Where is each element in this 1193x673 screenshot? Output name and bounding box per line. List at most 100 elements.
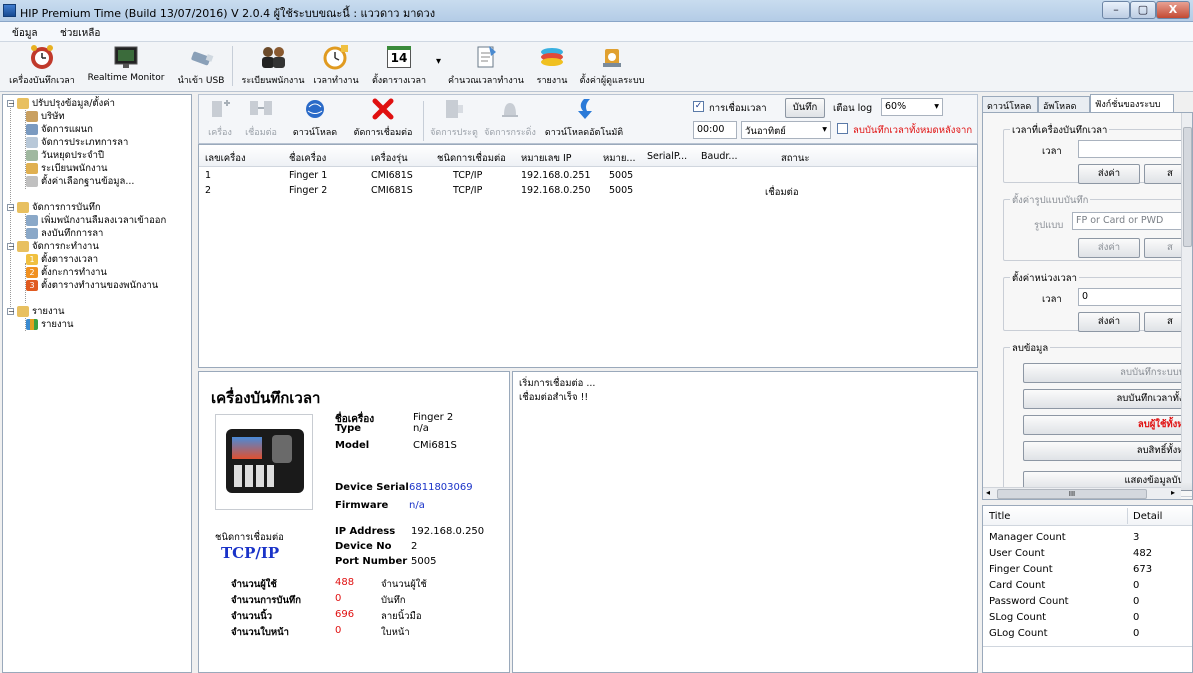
toolbar-work-time-button[interactable]: เวลาทำงาน — [312, 44, 360, 90]
connect-button[interactable]: เชื่อมต่อ — [239, 97, 283, 139]
scroll-right-icon[interactable]: ▸ — [1171, 488, 1175, 497]
tree-node-shifts[interactable]: − จัดการกะทำงาน — [5, 240, 99, 253]
column-header[interactable]: หมายเลข IP — [521, 151, 572, 166]
maximize-button[interactable]: ▢ — [1130, 1, 1156, 19]
tree-node-departments[interactable]: จัดการแผนก — [25, 123, 93, 136]
log-percent-select[interactable]: 60% ▾ — [881, 98, 943, 116]
disconnect-button[interactable]: ตัดการเชื่อมต่อ — [347, 97, 419, 139]
column-header[interactable]: SerialP... — [647, 151, 687, 162]
number-badge-icon: 1 — [26, 254, 38, 265]
tree-node-leave-record[interactable]: ลงบันทึกการลา — [25, 227, 103, 240]
auto-download-button[interactable]: ดาวน์โหลดอัตโนมัติ — [539, 97, 629, 139]
toolbar-admin-settings-button[interactable]: ตั้งค่าผู้ดูแลระบบ — [576, 44, 648, 90]
folder-people-icon — [17, 202, 29, 213]
dropdown-arrow-icon[interactable]: ▾ — [436, 56, 441, 67]
download-button[interactable]: ดาวน์โหลด — [287, 97, 343, 139]
tree-node-holidays[interactable]: วันหยุดประจำปี — [25, 149, 104, 162]
leave-record-icon — [26, 228, 38, 239]
delete-all-rights-button[interactable]: ลบสิทธิ์ทั้งหมด — [1023, 441, 1192, 461]
leave-type-icon — [26, 137, 38, 148]
device-time-input[interactable] — [1078, 140, 1192, 158]
column-header[interactable]: เครื่องรุ่น — [371, 151, 408, 166]
tree-node-shift-setup[interactable]: 2 ตั้งกะการทำงาน — [25, 266, 107, 279]
stats-title-header[interactable]: Title — [989, 511, 1010, 522]
send-time-button[interactable]: ส่งค่า — [1078, 164, 1140, 184]
time-input[interactable]: 00:00 — [693, 121, 737, 139]
toolbar-import-usb-button[interactable]: นำเข้า USB — [172, 44, 230, 90]
group-title: ลบข้อมูล — [1010, 341, 1051, 356]
connect-icon — [247, 97, 275, 121]
menu-data[interactable]: ข้อมูล — [12, 26, 38, 41]
tree-node-company[interactable]: บริษัท — [25, 110, 65, 123]
tree-node-records[interactable]: − จัดการการบันทึก — [5, 201, 101, 214]
tree-label: จัดการแผนก — [41, 124, 93, 135]
tree-node-employee-schedule[interactable]: 3 ตั้งตารางทำงานของพนักงาน — [25, 279, 158, 292]
delete-all-users-button[interactable]: ลบผู้ใช้ทั้งหมด — [1023, 415, 1192, 435]
device-model-label: Model — [335, 440, 370, 451]
save-button[interactable]: บันทึก — [785, 98, 825, 118]
delay-input[interactable]: 0 — [1078, 288, 1192, 306]
time-label: เวลา — [1042, 146, 1062, 157]
tab-upload[interactable]: อัพโหลด — [1038, 96, 1090, 112]
scroll-thumb[interactable]: III — [997, 489, 1147, 499]
day-select[interactable]: วันอาทิตย์ ▾ — [741, 121, 831, 139]
toolbar-calculate-button[interactable]: คำนวณเวลาทำงาน — [446, 44, 526, 90]
toolbar-realtime-monitor-button[interactable]: Realtime Monitor — [86, 44, 166, 90]
column-header[interactable]: ชื่อเครื่อง — [289, 151, 326, 166]
column-header[interactable]: สถานะ — [781, 151, 809, 166]
device-model-value: CMi681S — [413, 440, 457, 451]
horizontal-scrollbar[interactable]: ◂ III ▸ — [983, 487, 1181, 499]
send-delay-button[interactable]: ส่งค่า — [1078, 312, 1140, 332]
stats-detail-header[interactable]: Detail — [1133, 511, 1162, 522]
device-stats-table: Title Detail Manager Count 3 User Count 48… — [982, 505, 1193, 673]
column-header[interactable]: เลขเครื่อง — [205, 151, 246, 166]
employees-icon — [258, 44, 288, 70]
toolbar-label: เครื่องบันทึกเวลา — [9, 76, 75, 86]
minimize-button[interactable]: – — [1102, 1, 1130, 19]
connection-type-value: TCP/IP — [221, 544, 280, 562]
toolbar-employees-button[interactable]: ระเบียนพนักงาน — [236, 44, 310, 90]
format-select[interactable]: FP or Card or PWD — [1072, 212, 1192, 230]
log-percent-value: 60% — [885, 101, 907, 112]
toolbar-time-recorder-button[interactable]: เครื่องบันทึกเวลา — [2, 44, 82, 90]
scroll-thumb[interactable] — [1183, 127, 1192, 247]
column-header[interactable]: Baudr... — [701, 151, 737, 162]
tree-node-add-forgotten-time[interactable]: เพิ่มพนักงานลืมลงเวลาเข้าออก — [25, 214, 166, 227]
tree-node-leave-types[interactable]: จัดการประเภทการลา — [25, 136, 128, 149]
column-header[interactable]: ชนิดการเชื่อมต่อ — [437, 151, 506, 166]
cell-port: 5005 — [609, 170, 634, 181]
add-device-icon — [206, 97, 234, 121]
delete-time-log-button[interactable]: ลบบันทึกเวลาทั้งหม — [1023, 389, 1192, 409]
tree-node-settings[interactable]: − ปรับปรุงข้อมูล/ตั้งค่า — [5, 97, 115, 110]
company-icon — [26, 111, 38, 122]
tab-system-functions[interactable]: ฟังก์ชั่นของระบบ — [1090, 94, 1174, 112]
number-badge-icon: 3 — [26, 280, 38, 291]
chevron-down-icon: ▾ — [822, 124, 827, 135]
tree-node-timetable[interactable]: 1 ตั้งตารางเวลา — [25, 253, 98, 266]
folder-people-icon — [17, 98, 29, 109]
tree-node-report[interactable]: รายงาน — [25, 318, 73, 331]
tree-node-employee-records[interactable]: ระเบียนพนักงาน — [25, 162, 108, 175]
delete-after-checkbox[interactable] — [837, 123, 848, 134]
window-title: HIP Premium Time (Build 13/07/2016) V 2.… — [20, 7, 436, 20]
send-format-button[interactable]: ส่งค่า — [1078, 238, 1140, 258]
toolbar-schedule-button[interactable]: 14 ตั้งตารางเวลา — [362, 44, 436, 90]
column-header[interactable]: หมาย... — [603, 151, 636, 166]
download-arrow-icon — [570, 97, 598, 121]
sync-time-checkbox[interactable]: ✓ — [693, 101, 704, 112]
scroll-left-icon[interactable]: ◂ — [986, 488, 990, 497]
door-control-button[interactable]: จัดการประตู — [427, 97, 481, 139]
bell-control-button[interactable]: จัดการกระดิ่ง — [483, 97, 537, 139]
vertical-scrollbar[interactable] — [1181, 113, 1192, 483]
add-device-button[interactable]: เครื่อง — [205, 97, 235, 139]
menu-help[interactable]: ช่วยเหลือ — [60, 26, 100, 41]
finger-count-value: 696 — [335, 609, 355, 620]
tree-node-reports[interactable]: − รายงาน — [5, 305, 64, 318]
tab-download[interactable]: ดาวน์โหลด — [982, 96, 1038, 112]
delete-system-log-button[interactable]: ลบบันทึกระบบทั้งห — [1023, 363, 1192, 383]
tree-label: รายงาน — [41, 319, 74, 330]
toolbar-report-button[interactable]: รายงาน — [530, 44, 574, 90]
toolbar-label: คำนวณเวลาทำงาน — [448, 76, 524, 86]
close-button[interactable]: X — [1156, 1, 1190, 19]
tree-node-database-settings[interactable]: ตั้งค่าเลือกฐานข้อมูล... — [25, 175, 134, 188]
